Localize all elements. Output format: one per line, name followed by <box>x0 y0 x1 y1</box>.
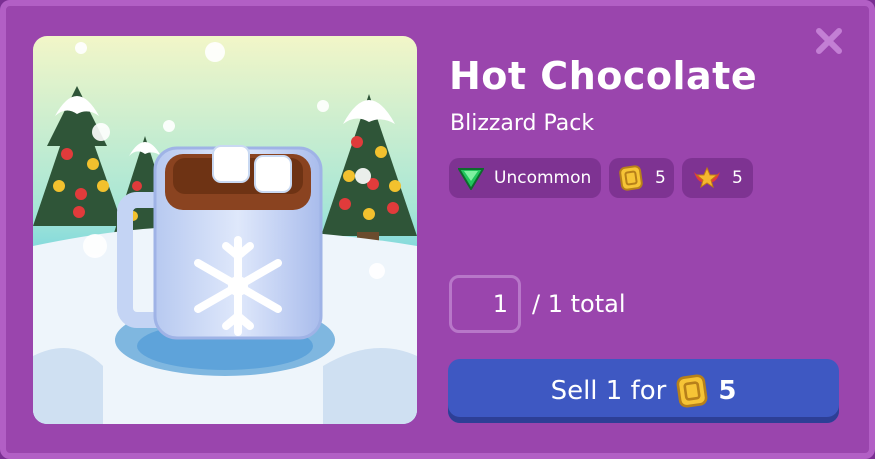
value-badge: 5 <box>609 158 674 198</box>
quantity-input[interactable]: 1 <box>449 275 521 333</box>
rarity-badge: Uncommon <box>449 158 601 198</box>
close-icon <box>816 28 842 54</box>
gold-token-icon <box>676 374 708 408</box>
rarity-label: Uncommon <box>494 168 592 188</box>
hot-chocolate-illustration <box>33 36 417 424</box>
sell-label: Sell 1 for <box>550 376 667 406</box>
pack-name: Blizzard Pack <box>450 111 595 136</box>
winged-star-icon <box>694 166 720 189</box>
item-title: Hot Chocolate <box>449 54 758 98</box>
value-amount: 5 <box>655 168 666 188</box>
close-button[interactable] <box>812 24 846 58</box>
xp-amount: 5 <box>732 168 743 188</box>
sell-amount: 5 <box>718 376 737 406</box>
quantity-total: / 1 total <box>532 290 626 318</box>
xp-badge: 5 <box>682 158 753 198</box>
item-artwork <box>33 36 417 424</box>
gold-token-icon <box>619 165 643 191</box>
sell-button[interactable]: Sell 1 for 5 <box>448 359 839 423</box>
mug <box>117 145 323 340</box>
green-gem-icon <box>458 168 484 190</box>
